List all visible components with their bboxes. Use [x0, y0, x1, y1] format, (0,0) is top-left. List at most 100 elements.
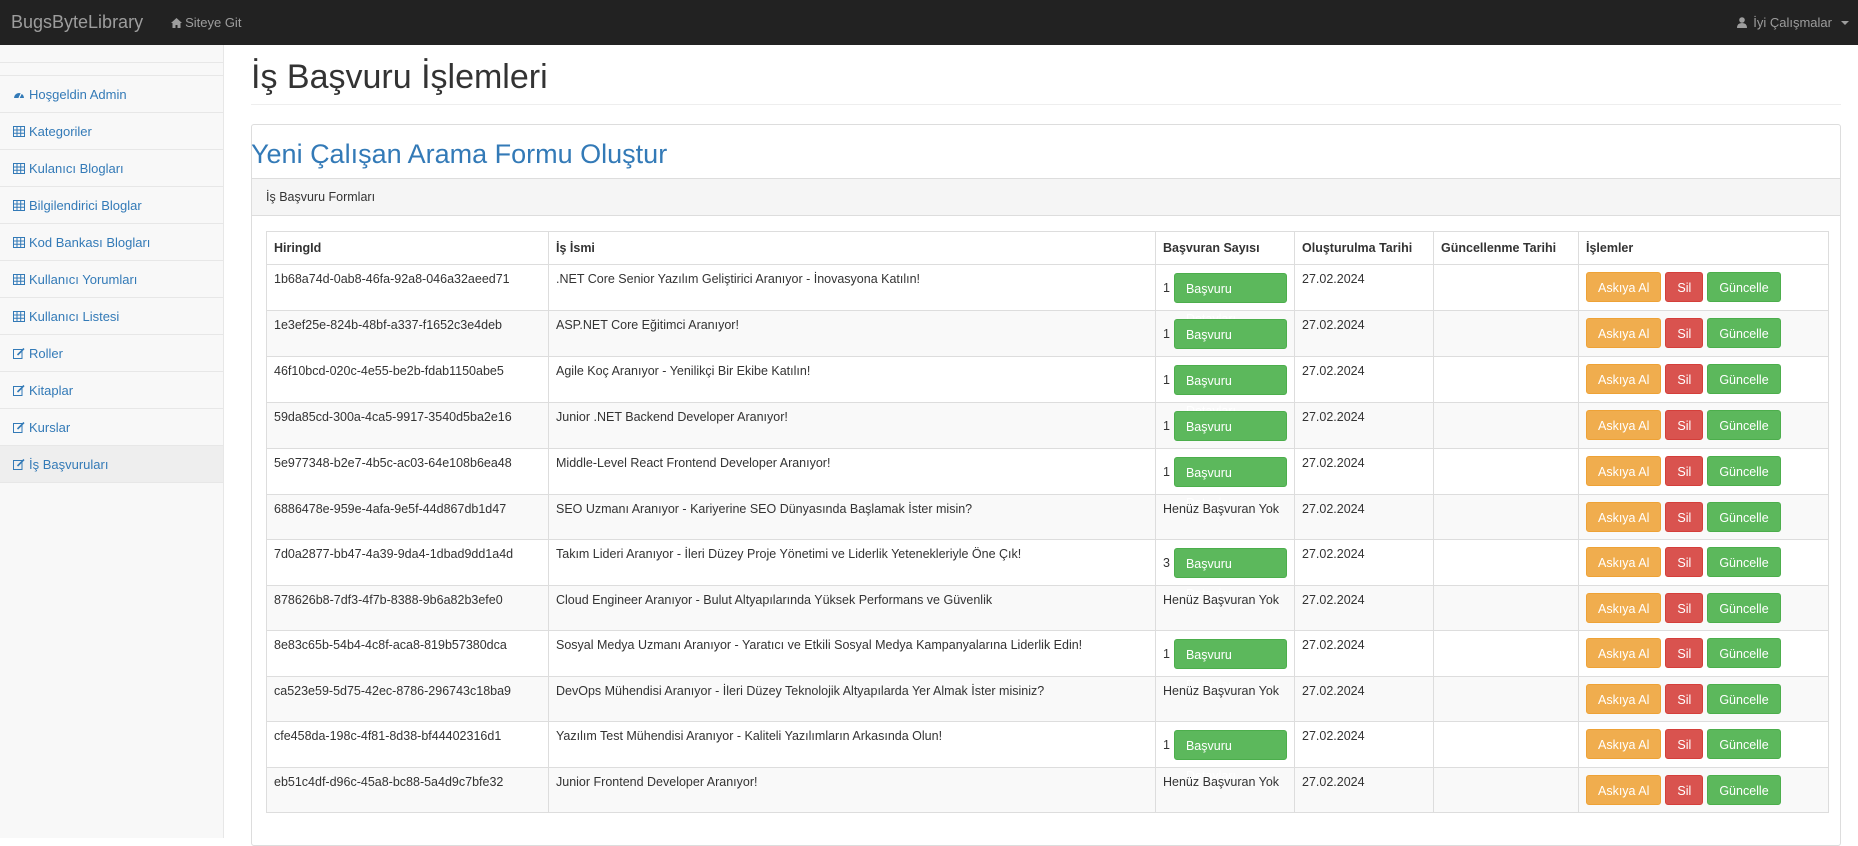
job-name-cell: .NET Core Senior Yazılım Geliştirici Ara…: [548, 264, 1156, 312]
applicant-count: 1: [1163, 646, 1170, 661]
sidebar-item-2[interactable]: Kulanıcı Blogları: [0, 150, 223, 187]
col-header-hiring-id: HiringId: [266, 231, 549, 266]
hiring-id-cell: eb51c4df-d96c-45a8-bc88-5a4d9c7bfe32: [266, 767, 549, 814]
updated-date-cell: [1433, 448, 1579, 496]
update-button[interactable]: Güncelle: [1707, 775, 1781, 806]
suspend-button[interactable]: Askıya Al: [1586, 410, 1662, 441]
application-details-button[interactable]: Başvuru Detayları: [1173, 547, 1287, 601]
delete-button[interactable]: Sil: [1665, 684, 1704, 715]
delete-button[interactable]: Sil: [1665, 502, 1704, 533]
suspend-button[interactable]: Askıya Al: [1586, 364, 1662, 395]
sidebar-item-3[interactable]: Bilgilendirici Bloglar: [0, 187, 223, 224]
sidebar-item-4[interactable]: Kod Bankası Blogları: [0, 224, 223, 261]
user-menu[interactable]: İyi Çalışmalar: [1737, 15, 1849, 30]
table-icon: [13, 125, 25, 137]
suspend-button[interactable]: Askıya Al: [1586, 593, 1662, 624]
application-details-button[interactable]: Başvuru Detayları: [1173, 364, 1287, 418]
suspend-button[interactable]: Askıya Al: [1586, 775, 1662, 806]
suspend-button[interactable]: Askıya Al: [1586, 729, 1662, 760]
suspend-button[interactable]: Askıya Al: [1586, 684, 1662, 715]
delete-button[interactable]: Sil: [1665, 272, 1704, 303]
update-button[interactable]: Güncelle: [1707, 364, 1781, 395]
update-button[interactable]: Güncelle: [1707, 547, 1781, 578]
delete-button[interactable]: Sil: [1665, 318, 1704, 349]
table-icon: [13, 199, 25, 211]
applications-panel: Yeni Çalışan Arama Formu Oluştur İş Başv…: [251, 124, 1841, 846]
sidebar-item-8[interactable]: Kitaplar: [0, 372, 223, 409]
update-button[interactable]: Güncelle: [1707, 456, 1781, 487]
sidebar-item-0[interactable]: Hoşgeldin Admin: [0, 75, 223, 113]
suspend-button[interactable]: Askıya Al: [1586, 272, 1662, 303]
update-button[interactable]: Güncelle: [1707, 272, 1781, 303]
table-header-row: HiringId İş İsmi Başvuran Sayısı Oluştur…: [266, 231, 1829, 266]
sidebar-item-6[interactable]: Kullanıcı Listesi: [0, 298, 223, 335]
actions-group: Askıya Al Sil Güncelle: [1586, 547, 1821, 578]
sidebar-item-7[interactable]: Roller: [0, 335, 223, 372]
actions-cell: Askıya Al Sil Güncelle: [1578, 402, 1829, 450]
delete-button[interactable]: Sil: [1665, 638, 1704, 669]
sidebar-item-9[interactable]: Kurslar: [0, 409, 223, 446]
delete-button[interactable]: Sil: [1665, 547, 1704, 578]
application-details-button[interactable]: Başvuru Detayları: [1173, 410, 1287, 464]
applicant-count-wrap: 1Başvuru Detayları: [1163, 265, 1287, 326]
delete-button[interactable]: Sil: [1665, 593, 1704, 624]
applicant-count-wrap: 1Başvuru Detayları: [1163, 449, 1287, 510]
create-form-link[interactable]: Yeni Çalışan Arama Formu Oluştur: [252, 125, 1840, 178]
actions-group: Askıya Al Sil Güncelle: [1586, 593, 1821, 624]
suspend-button[interactable]: Askıya Al: [1586, 318, 1662, 349]
applicant-count-cell: 3Başvuru Detayları: [1155, 539, 1295, 601]
update-button[interactable]: Güncelle: [1707, 502, 1781, 533]
applicant-count-cell: 1Başvuru Detayları: [1155, 264, 1295, 326]
created-date-cell: 27.02.2024: [1294, 767, 1434, 814]
update-button[interactable]: Güncelle: [1707, 318, 1781, 349]
applicant-count-wrap: 1Başvuru Detayları: [1163, 357, 1287, 418]
panel-body: HiringId İş İsmi Başvuran Sayısı Oluştur…: [252, 216, 1840, 828]
top-navbar: BugsByteLibrary Siteye Git İyi Çalışmala…: [0, 0, 1858, 45]
update-button[interactable]: Güncelle: [1707, 684, 1781, 715]
delete-button[interactable]: Sil: [1665, 456, 1704, 487]
application-details-button[interactable]: Başvuru Detayları: [1173, 318, 1287, 372]
actions-group: Askıya Al Sil Güncelle: [1586, 410, 1821, 441]
delete-button[interactable]: Sil: [1665, 410, 1704, 441]
sidebar-item-label: Hoşgeldin Admin: [29, 86, 127, 102]
application-details-button[interactable]: Başvuru Detayları: [1173, 638, 1287, 692]
delete-button[interactable]: Sil: [1665, 729, 1704, 760]
table-row: 1e3ef25e-824b-48bf-a337-f1652c3e4deb ASP.…: [266, 310, 1829, 372]
suspend-button[interactable]: Askıya Al: [1586, 638, 1662, 669]
update-button[interactable]: Güncelle: [1707, 410, 1781, 441]
applicant-count: 1: [1163, 372, 1170, 387]
sidebar-item-label: Kurslar: [29, 419, 71, 435]
table-row: 1b68a74d-0ab8-46fa-92a8-046a32aeed71 .NET…: [266, 264, 1829, 326]
hiring-id-cell: 1e3ef25e-824b-48bf-a337-f1652c3e4deb: [266, 310, 549, 358]
hiring-id-cell: 878626b8-7df3-4f7b-8388-9b6a82b3efe0: [266, 585, 549, 632]
application-details-button[interactable]: Başvuru Detayları: [1173, 729, 1287, 783]
delete-button[interactable]: Sil: [1665, 775, 1704, 806]
actions-group: Askıya Al Sil Güncelle: [1586, 638, 1821, 669]
update-button[interactable]: Güncelle: [1707, 729, 1781, 760]
site-link[interactable]: Siteye Git: [171, 15, 241, 30]
created-date-cell: 27.02.2024: [1294, 448, 1434, 496]
created-date-cell: 27.02.2024: [1294, 402, 1434, 450]
home-icon: [171, 17, 183, 28]
hiring-id-cell: cfe458da-198c-4f81-8d38-bf44402316d1: [266, 721, 549, 769]
delete-button[interactable]: Sil: [1665, 364, 1704, 395]
brand-link[interactable]: BugsByteLibrary: [11, 12, 143, 33]
update-button[interactable]: Güncelle: [1707, 638, 1781, 669]
actions-cell: Askıya Al Sil Güncelle: [1578, 310, 1829, 358]
sidebar-item-1[interactable]: Kategoriler: [0, 113, 223, 150]
suspend-button[interactable]: Askıya Al: [1586, 502, 1662, 533]
sidebar-item-10[interactable]: İş Başvuruları: [0, 446, 223, 483]
job-name-cell: Junior .NET Backend Developer Aranıyor!: [548, 402, 1156, 450]
edit-icon: [13, 347, 25, 359]
suspend-button[interactable]: Askıya Al: [1586, 547, 1662, 578]
table-row: eb51c4df-d96c-45a8-bc88-5a4d9c7bfe32 Juni…: [266, 767, 1829, 814]
application-details-button[interactable]: Başvuru Detayları: [1173, 456, 1287, 510]
sidebar-item-5[interactable]: Kullanıcı Yorumları: [0, 261, 223, 298]
application-details-button[interactable]: Başvuru Detayları: [1173, 272, 1287, 326]
suspend-button[interactable]: Askıya Al: [1586, 456, 1662, 487]
sidebar-item-label: Bilgilendirici Bloglar: [29, 197, 142, 213]
table-row: 878626b8-7df3-4f7b-8388-9b6a82b3efe0 Clou…: [266, 585, 1829, 632]
actions-cell: Askıya Al Sil Güncelle: [1578, 630, 1829, 678]
update-button[interactable]: Güncelle: [1707, 593, 1781, 624]
table-icon: [13, 236, 25, 248]
